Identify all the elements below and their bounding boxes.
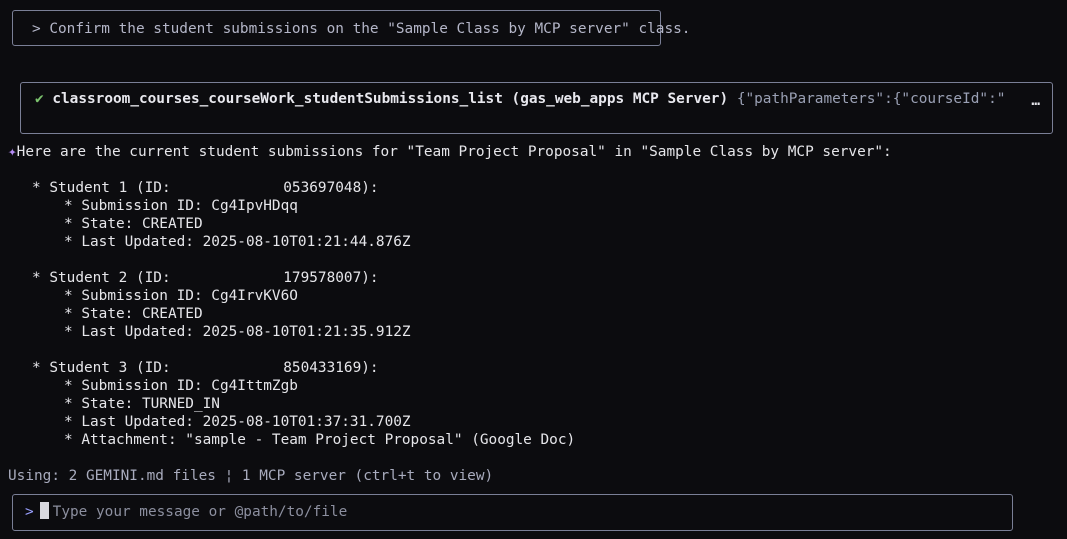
- user-prompt: > Confirm the student submissions on the…: [12, 10, 690, 46]
- tool-call-panel[interactable]: ✔ classroom_courses_courseWork_studentSu…: [20, 82, 1053, 134]
- student-heading: * Student 1 (ID: 053697048):: [32, 180, 379, 196]
- prompt-caret: >: [25, 504, 34, 520]
- check-icon: ✔: [35, 91, 44, 107]
- response-intro: Here are the current student submissions…: [16, 144, 892, 160]
- message-input[interactable]: > Type your message or @path/to/file: [12, 494, 1013, 531]
- list-item: * Last Updated: 2025-08-10T01:37:31.700Z: [64, 414, 411, 430]
- status-bar: Using: 2 GEMINI.md files ¦ 1 MCP server …: [8, 468, 494, 484]
- list-item: * State: CREATED: [64, 306, 203, 322]
- list-item: * Attachment: "sample - Team Project Pro…: [64, 432, 576, 448]
- tool-args: {"pathParameters":{"courseId":": [736, 91, 1006, 107]
- tool-name: classroom_courses_courseWork_studentSubm…: [52, 91, 729, 107]
- student-heading: * Student 2 (ID: 179578007):: [32, 270, 379, 286]
- list-item: * Submission ID: Cg4IttmZgb: [64, 378, 298, 394]
- sparkle-icon: ✦: [8, 144, 17, 160]
- more-icon[interactable]: …: [1031, 93, 1040, 109]
- list-item: * Submission ID: Cg4IrvKV6O: [64, 288, 298, 304]
- student-list: * Student 1 (ID: 053697048): * Submission…: [8, 179, 892, 449]
- input-placeholder: Type your message or @path/to/file: [52, 504, 348, 520]
- student-heading: * Student 3 (ID: 850433169):: [32, 360, 379, 376]
- list-item: * Last Updated: 2025-08-10T01:21:35.912Z: [64, 324, 411, 340]
- text-cursor: [39, 502, 49, 519]
- assistant-response: ✦Here are the current student submission…: [8, 143, 892, 449]
- list-item: * State: CREATED: [64, 216, 203, 232]
- list-item: * Submission ID: Cg4IpvHDqq: [64, 198, 298, 214]
- list-item: * Last Updated: 2025-08-10T01:21:44.876Z: [64, 234, 411, 250]
- list-item: * State: TURNED_IN: [64, 396, 220, 412]
